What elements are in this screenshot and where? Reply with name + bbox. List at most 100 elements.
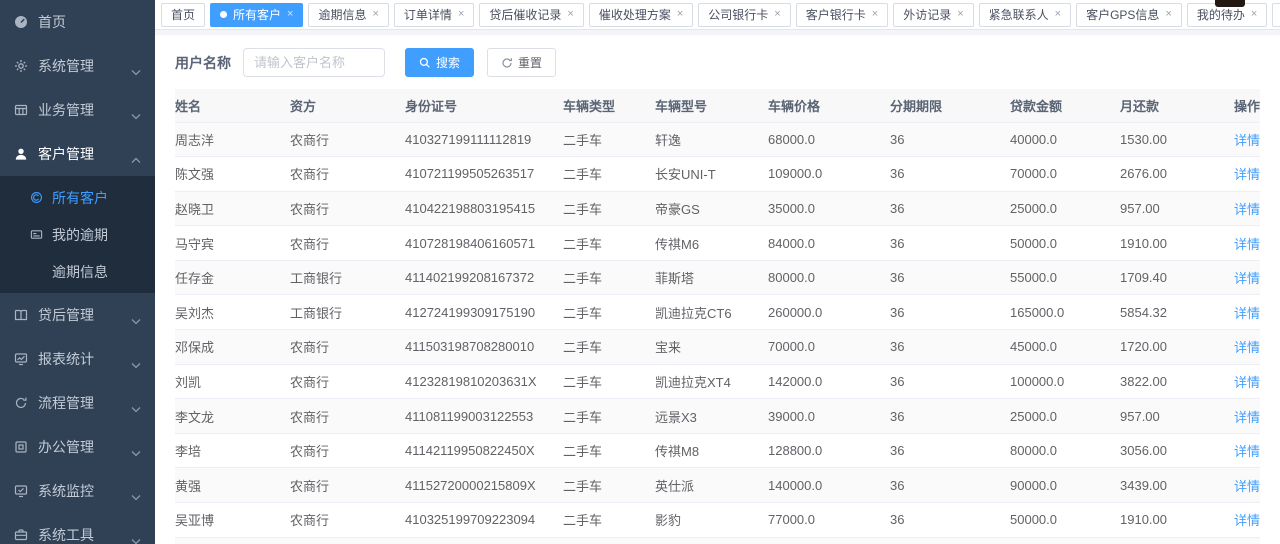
tab-close-icon[interactable] xyxy=(957,9,963,20)
sidebar-item-business-mgmt[interactable]: 业务管理 xyxy=(0,88,155,132)
cell-price: 109000.0 xyxy=(768,157,890,192)
cell-price xyxy=(768,537,890,544)
tab-close-icon[interactable] xyxy=(677,9,683,20)
gear-icon xyxy=(14,59,28,73)
view-tab[interactable]: 我的流程 xyxy=(1272,3,1280,27)
cell-price: 140000.0 xyxy=(768,468,890,503)
cell-funder: 农商行 xyxy=(290,364,405,399)
detail-link[interactable]: 详情 xyxy=(1234,133,1260,148)
detail-link[interactable]: 详情 xyxy=(1234,375,1260,390)
cell-loan-amount: 45000.0 xyxy=(1010,330,1120,365)
cell-model: 菲斯塔 xyxy=(655,260,768,295)
cell-term: 36 xyxy=(890,503,1010,538)
sidebar-item-label: 业务管理 xyxy=(38,100,94,120)
cell-name: 李培 xyxy=(175,433,290,468)
tab-close-icon[interactable] xyxy=(1251,9,1257,20)
sidebar-item-system-tools[interactable]: 系统工具 xyxy=(0,513,155,544)
cell-loan-amount: 55000.0 xyxy=(1010,260,1120,295)
view-tab[interactable]: 催收处理方案 xyxy=(589,3,693,27)
sidebar-item-report-stats[interactable]: 报表统计 xyxy=(0,337,155,381)
cell-id-number: 411503198708280010 xyxy=(405,330,563,365)
view-tab[interactable]: 客户GPS信息 xyxy=(1076,3,1182,27)
cell-name: 王瑞仕 xyxy=(175,537,290,544)
table-row: 刘凯 农商行 41232819810203631X 二手车 凯迪拉克XT4 14… xyxy=(175,364,1260,399)
detail-link[interactable]: 详情 xyxy=(1234,444,1260,459)
tab-close-icon[interactable] xyxy=(872,9,878,20)
detail-link[interactable]: 详情 xyxy=(1234,202,1260,217)
cell-id-number: 410422198803195415 xyxy=(405,191,563,226)
sidebar-item-all-customers[interactable]: 所有客户 xyxy=(0,179,155,216)
detail-link[interactable]: 详情 xyxy=(1234,479,1260,494)
detail-link[interactable]: 详情 xyxy=(1234,306,1260,321)
search-button[interactable]: 搜索 xyxy=(405,48,474,77)
view-tab[interactable]: 首页 xyxy=(161,3,205,27)
view-tab[interactable]: 贷后催收记录 xyxy=(479,3,583,27)
sidebar-item-label: 所有客户 xyxy=(52,188,108,208)
view-tab[interactable]: 订单详情 xyxy=(394,3,474,27)
view-tab[interactable]: 客户银行卡 xyxy=(796,3,888,27)
sidebar-item-customer-mgmt[interactable]: 客户管理 xyxy=(0,132,155,176)
cell-term: 36 xyxy=(890,399,1010,434)
cell-vehicle-type: 二手车 xyxy=(563,260,655,295)
cell-loan-amount: 90000.0 xyxy=(1010,468,1120,503)
detail-link[interactable]: 详情 xyxy=(1234,167,1260,182)
table-row: 黄强 农商行 41152720000215809X 二手车 英仕派 140000… xyxy=(175,468,1260,503)
sidebar-item-overdue-info[interactable]: 逾期信息 xyxy=(0,253,155,290)
cell-name: 吴刘杰 xyxy=(175,295,290,330)
cell-price: 260000.0 xyxy=(768,295,890,330)
detail-link[interactable]: 详情 xyxy=(1234,513,1260,528)
sidebar-item-system-mgmt[interactable]: 系统管理 xyxy=(0,44,155,88)
view-tab[interactable]: 公司银行卡 xyxy=(698,3,790,27)
cell-term: 36 xyxy=(890,330,1010,365)
sidebar-item-office-mgmt[interactable]: 办公管理 xyxy=(0,425,155,469)
sidebar-item-home[interactable]: 首页 xyxy=(0,0,155,44)
cell-name: 邓保成 xyxy=(175,330,290,365)
customer-name-input[interactable] xyxy=(243,48,385,77)
cell-name: 李文龙 xyxy=(175,399,290,434)
reset-button[interactable]: 重置 xyxy=(487,48,556,77)
active-dot-icon xyxy=(220,11,227,18)
avatar[interactable] xyxy=(1215,0,1245,7)
tab-close-icon[interactable] xyxy=(458,9,464,20)
tab-label: 催收处理方案 xyxy=(599,6,671,23)
sidebar-item-label: 系统工具 xyxy=(38,525,94,544)
detail-link[interactable]: 详情 xyxy=(1234,237,1260,252)
cell-id-number: 411402199208167372 xyxy=(405,260,563,295)
sidebar-item-system-monitor[interactable]: 系统监控 xyxy=(0,469,155,513)
tab-close-icon[interactable] xyxy=(1165,9,1171,20)
cell-price: 84000.0 xyxy=(768,226,890,261)
tab-close-icon[interactable] xyxy=(1055,9,1061,20)
cell-id-number: 410325199709223094 xyxy=(405,503,563,538)
tab-close-icon[interactable] xyxy=(372,9,378,20)
view-tab[interactable]: 外访记录 xyxy=(893,3,973,27)
cell-loan-amount: 40000.0 xyxy=(1010,122,1120,157)
cell-price: 80000.0 xyxy=(768,260,890,295)
table-row: 任存金 工商银行 411402199208167372 二手车 菲斯塔 8000… xyxy=(175,260,1260,295)
tab-close-icon[interactable] xyxy=(287,9,293,20)
cell-funder: 农商行 xyxy=(290,468,405,503)
tab-close-icon[interactable] xyxy=(774,9,780,20)
sidebar-item-process-mgmt[interactable]: 流程管理 xyxy=(0,381,155,425)
cell-monthly: 1709.40 xyxy=(1120,260,1200,295)
tab-close-icon[interactable] xyxy=(567,9,573,20)
sidebar-item-label: 我的逾期 xyxy=(52,225,108,245)
customers-icon xyxy=(30,191,43,204)
cell-vehicle-type: 二手车 xyxy=(563,191,655,226)
view-tab[interactable]: 逾期信息 xyxy=(308,3,388,27)
cell-monthly: 3439.00 xyxy=(1120,468,1200,503)
sidebar-item-my-overdue[interactable]: 我的逾期 xyxy=(0,216,155,253)
view-tab[interactable]: 紧急联系人 xyxy=(979,3,1071,27)
detail-link[interactable]: 详情 xyxy=(1234,340,1260,355)
detail-link[interactable]: 详情 xyxy=(1234,271,1260,286)
cell-model: 凯迪拉克CT6 xyxy=(655,295,768,330)
view-tab[interactable]: 所有客户 xyxy=(210,3,303,27)
cell-name: 黄强 xyxy=(175,468,290,503)
cell-model: 宝来 xyxy=(655,330,768,365)
cell-model: 长安UNI-T xyxy=(655,157,768,192)
detail-link[interactable]: 详情 xyxy=(1234,410,1260,425)
col-header-term: 分期期限 xyxy=(890,89,1010,122)
table-row: 吴刘杰 工商银行 412724199309175190 二手车 凯迪拉克CT6 … xyxy=(175,295,1260,330)
table-row: 周志洋 农商行 410327199111112819 二手车 轩逸 68000.… xyxy=(175,122,1260,157)
col-header-monthly: 月还款 xyxy=(1120,89,1200,122)
sidebar-item-postloan-mgmt[interactable]: 贷后管理 xyxy=(0,293,155,337)
